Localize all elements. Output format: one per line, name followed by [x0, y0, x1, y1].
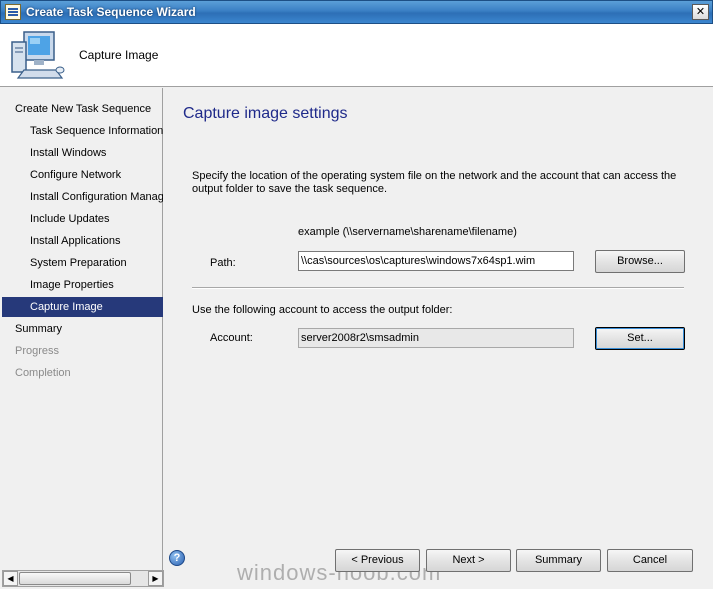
nav-item-system-preparation: System Preparation	[30, 257, 127, 269]
nav-horizontal-scrollbar[interactable]: ◀ ▶	[2, 570, 164, 587]
computer-icon	[11, 31, 65, 79]
page-title: Capture image settings	[183, 105, 348, 122]
path-label: Path:	[210, 257, 236, 269]
scroll-left-arrow-icon[interactable]: ◀	[3, 571, 18, 586]
set-account-button[interactable]: Set...	[595, 327, 685, 350]
page-description: Specify the location of the operating sy…	[192, 170, 677, 195]
wizard-step-nav: Create New Task Sequence Task Sequence I…	[2, 88, 163, 570]
scroll-right-arrow-icon[interactable]: ▶	[148, 571, 163, 586]
wizard-header: Capture Image	[0, 24, 713, 87]
path-example-hint: example (\\servername\sharename\filename…	[298, 226, 517, 238]
header-heading: Capture Image	[79, 48, 159, 62]
wizard-main-panel: Capture image settings Specify the locat…	[165, 88, 713, 589]
window-title: Create Task Sequence Wizard	[26, 5, 196, 19]
nav-item-include-updates: Include Updates	[30, 213, 110, 225]
account-field: server2008r2\smsadmin	[298, 328, 574, 348]
section-divider	[192, 287, 684, 289]
path-input[interactable]: \\cas\sources\os\captures\windows7x64sp1…	[298, 251, 574, 271]
close-button[interactable]: ✕	[692, 4, 709, 20]
account-label: Account:	[210, 332, 253, 344]
next-button[interactable]: Next >	[426, 549, 511, 572]
nav-item-configure-network: Configure Network	[30, 169, 122, 181]
nav-item-create-new-task-sequence: Create New Task Sequence	[15, 103, 152, 115]
window-titlebar: Create Task Sequence Wizard ✕	[0, 0, 713, 24]
nav-item-image-properties: Image Properties	[30, 279, 114, 291]
account-intro-text: Use the following account to access the …	[192, 304, 453, 316]
scroll-thumb[interactable]	[19, 572, 131, 585]
nav-item-progress: Progress	[15, 345, 60, 357]
summary-button[interactable]: Summary	[516, 549, 601, 572]
nav-item-install-windows: Install Windows	[30, 147, 107, 159]
nav-item-install-applications: Install Applications	[30, 235, 121, 247]
nav-item-capture-image: Capture Image	[2, 297, 163, 317]
wizard-app-icon	[5, 4, 21, 20]
cancel-button[interactable]: Cancel	[607, 549, 693, 572]
nav-item-task-sequence-information: Task Sequence Information	[30, 125, 163, 137]
nav-item-summary: Summary	[15, 323, 63, 335]
browse-button[interactable]: Browse...	[595, 250, 685, 273]
previous-button[interactable]: < Previous	[335, 549, 420, 572]
help-icon[interactable]: ?	[169, 550, 185, 566]
nav-item-completion: Completion	[15, 367, 71, 379]
nav-item-install-configuration-manager: Install Configuration Manag	[30, 191, 163, 203]
